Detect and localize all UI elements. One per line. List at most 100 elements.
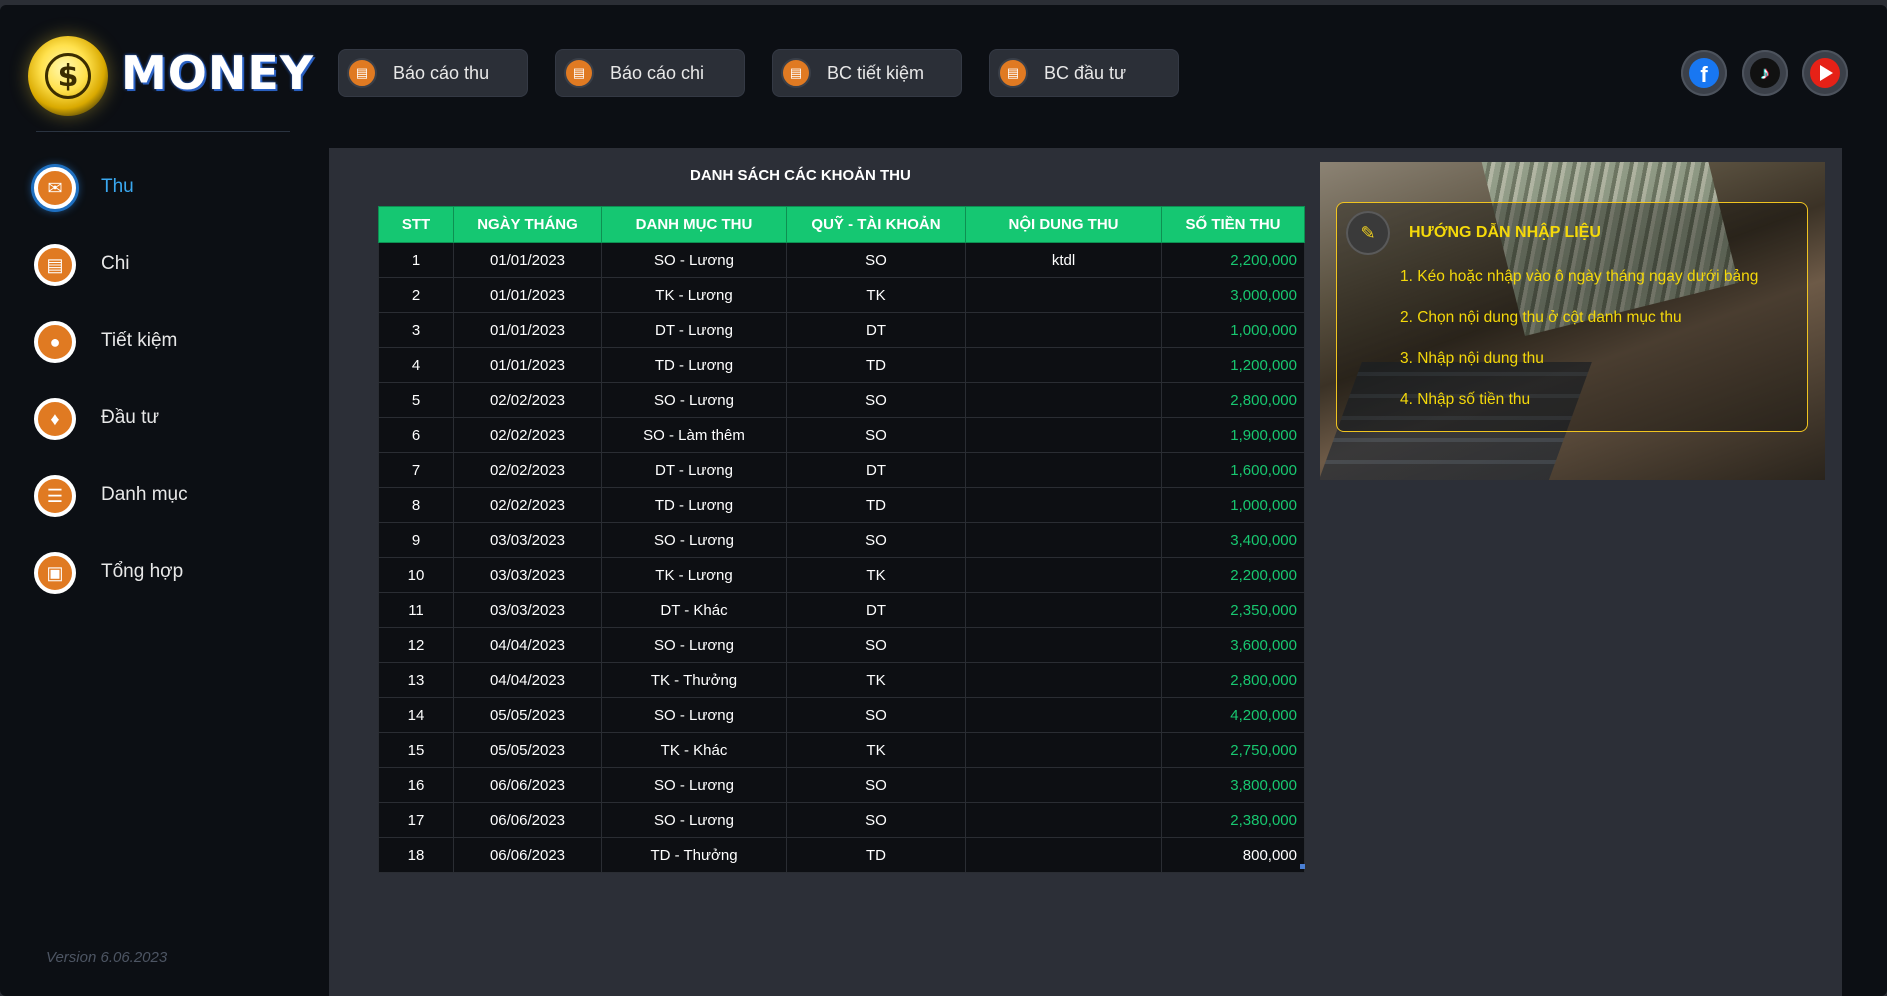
column-header-amount[interactable]: SỐ TIỀN THU (1161, 206, 1305, 243)
sidebar-item-thu[interactable]: ✉ Thu (30, 163, 280, 219)
cell-date[interactable]: 05/05/2023 (453, 697, 602, 733)
cell-content[interactable] (965, 277, 1162, 313)
table-row[interactable]: 9 03/03/2023 SO - Lương SO 3,400,000 (378, 522, 1305, 558)
sidebar-item-chi[interactable]: ▤ Chi (30, 240, 280, 296)
cell-fund[interactable]: SO (786, 697, 966, 733)
cell-category[interactable]: SO - Lương (601, 522, 787, 558)
cell-date[interactable]: 03/03/2023 (453, 592, 602, 628)
table-row[interactable]: 5 02/02/2023 SO - Lương SO 2,800,000 (378, 382, 1305, 418)
cell-amount[interactable]: 2,380,000 (1161, 802, 1305, 838)
cell-amount[interactable]: 2,800,000 (1161, 382, 1305, 418)
cell-content[interactable] (965, 487, 1162, 523)
cell-date[interactable]: 02/02/2023 (453, 417, 602, 453)
cell-date[interactable]: 03/03/2023 (453, 557, 602, 593)
cell-category[interactable]: SO - Lương (601, 382, 787, 418)
table-row[interactable]: 18 06/06/2023 TD - Thưởng TD 800,000 (378, 837, 1305, 873)
cell-date[interactable]: 01/01/2023 (453, 347, 602, 383)
cell-category[interactable]: TK - Thưởng (601, 662, 787, 698)
cell-fund[interactable]: SO (786, 382, 966, 418)
cell-amount[interactable]: 800,000 (1161, 837, 1305, 873)
sidebar-item-dau-tu[interactable]: ♦ Đầu tư (30, 394, 280, 450)
cell-stt[interactable]: 2 (378, 277, 454, 313)
cell-content[interactable] (965, 697, 1162, 733)
cell-category[interactable]: TK - Lương (601, 557, 787, 593)
cell-date[interactable]: 06/06/2023 (453, 837, 602, 873)
cell-date[interactable]: 05/05/2023 (453, 732, 602, 768)
cell-category[interactable]: SO - Lương (601, 802, 787, 838)
cell-amount[interactable]: 1,900,000 (1161, 417, 1305, 453)
table-row[interactable]: 13 04/04/2023 TK - Thưởng TK 2,800,000 (378, 662, 1305, 698)
cell-fund[interactable]: DT (786, 452, 966, 488)
cell-date[interactable]: 04/04/2023 (453, 627, 602, 663)
cell-date[interactable]: 01/01/2023 (453, 277, 602, 313)
cell-stt[interactable]: 12 (378, 627, 454, 663)
report-savings-button[interactable]: ▤ BC tiết kiệm (773, 50, 961, 96)
cell-fund[interactable]: SO (786, 802, 966, 838)
cell-category[interactable]: TD - Lương (601, 347, 787, 383)
cell-stt[interactable]: 7 (378, 452, 454, 488)
cell-fund[interactable]: SO (786, 522, 966, 558)
table-row[interactable]: 12 04/04/2023 SO - Lương SO 3,600,000 (378, 627, 1305, 663)
cell-stt[interactable]: 15 (378, 732, 454, 768)
cell-fund[interactable]: DT (786, 592, 966, 628)
cell-stt[interactable]: 14 (378, 697, 454, 733)
cell-content[interactable] (965, 312, 1162, 348)
cell-stt[interactable]: 11 (378, 592, 454, 628)
cell-content[interactable] (965, 732, 1162, 768)
cell-fund[interactable]: TD (786, 837, 966, 873)
table-row[interactable]: 3 01/01/2023 DT - Lương DT 1,000,000 (378, 312, 1305, 348)
cell-amount[interactable]: 2,800,000 (1161, 662, 1305, 698)
cell-stt[interactable]: 8 (378, 487, 454, 523)
cell-content[interactable] (965, 767, 1162, 803)
cell-amount[interactable]: 4,200,000 (1161, 697, 1305, 733)
cell-category[interactable]: SO - Làm thêm (601, 417, 787, 453)
report-income-button[interactable]: ▤ Báo cáo thu (339, 50, 527, 96)
cell-fund[interactable]: TK (786, 662, 966, 698)
cell-stt[interactable]: 16 (378, 767, 454, 803)
cell-amount[interactable]: 1,600,000 (1161, 452, 1305, 488)
cell-category[interactable]: TD - Lương (601, 487, 787, 523)
cell-stt[interactable]: 9 (378, 522, 454, 558)
cell-date[interactable]: 04/04/2023 (453, 662, 602, 698)
cell-amount[interactable]: 3,600,000 (1161, 627, 1305, 663)
cell-date[interactable]: 02/02/2023 (453, 452, 602, 488)
cell-date[interactable]: 01/01/2023 (453, 312, 602, 348)
youtube-button[interactable] (1802, 50, 1848, 96)
sidebar-item-tong-hop[interactable]: ▣ Tổng hợp (30, 548, 280, 604)
table-row[interactable]: 1 01/01/2023 SO - Lương SO ktdl 2,200,000 (378, 242, 1305, 278)
cell-category[interactable]: TK - Khác (601, 732, 787, 768)
report-expense-button[interactable]: ▤ Báo cáo chi (556, 50, 744, 96)
facebook-button[interactable]: f (1681, 50, 1727, 96)
cell-content[interactable] (965, 557, 1162, 593)
table-resize-handle[interactable] (1300, 864, 1305, 869)
cell-category[interactable]: TD - Thưởng (601, 837, 787, 873)
cell-category[interactable]: SO - Lương (601, 242, 787, 278)
cell-amount[interactable]: 1,000,000 (1161, 312, 1305, 348)
table-row[interactable]: 2 01/01/2023 TK - Lương TK 3,000,000 (378, 277, 1305, 313)
cell-category[interactable]: DT - Lương (601, 452, 787, 488)
cell-date[interactable]: 02/02/2023 (453, 382, 602, 418)
column-header-stt[interactable]: STT (378, 206, 454, 243)
table-row[interactable]: 8 02/02/2023 TD - Lương TD 1,000,000 (378, 487, 1305, 523)
cell-fund[interactable]: DT (786, 312, 966, 348)
sidebar-item-danh-muc[interactable]: ☰ Danh mục (30, 471, 280, 527)
cell-fund[interactable]: TD (786, 487, 966, 523)
cell-amount[interactable]: 2,350,000 (1161, 592, 1305, 628)
table-row[interactable]: 7 02/02/2023 DT - Lương DT 1,600,000 (378, 452, 1305, 488)
column-header-content[interactable]: NỘI DUNG THU (965, 206, 1162, 243)
report-investment-button[interactable]: ▤ BC đầu tư (990, 50, 1178, 96)
sidebar-item-tiet-kiem[interactable]: ● Tiết kiệm (30, 317, 280, 373)
column-header-date[interactable]: NGÀY THÁNG (453, 206, 602, 243)
cell-stt[interactable]: 18 (378, 837, 454, 873)
cell-content[interactable] (965, 662, 1162, 698)
table-row[interactable]: 11 03/03/2023 DT - Khác DT 2,350,000 (378, 592, 1305, 628)
cell-stt[interactable]: 6 (378, 417, 454, 453)
cell-category[interactable]: SO - Lương (601, 767, 787, 803)
cell-category[interactable]: SO - Lương (601, 627, 787, 663)
cell-amount[interactable]: 2,200,000 (1161, 242, 1305, 278)
table-row[interactable]: 4 01/01/2023 TD - Lương TD 1,200,000 (378, 347, 1305, 383)
cell-content[interactable] (965, 347, 1162, 383)
cell-stt[interactable]: 1 (378, 242, 454, 278)
cell-fund[interactable]: SO (786, 767, 966, 803)
table-row[interactable]: 6 02/02/2023 SO - Làm thêm SO 1,900,000 (378, 417, 1305, 453)
